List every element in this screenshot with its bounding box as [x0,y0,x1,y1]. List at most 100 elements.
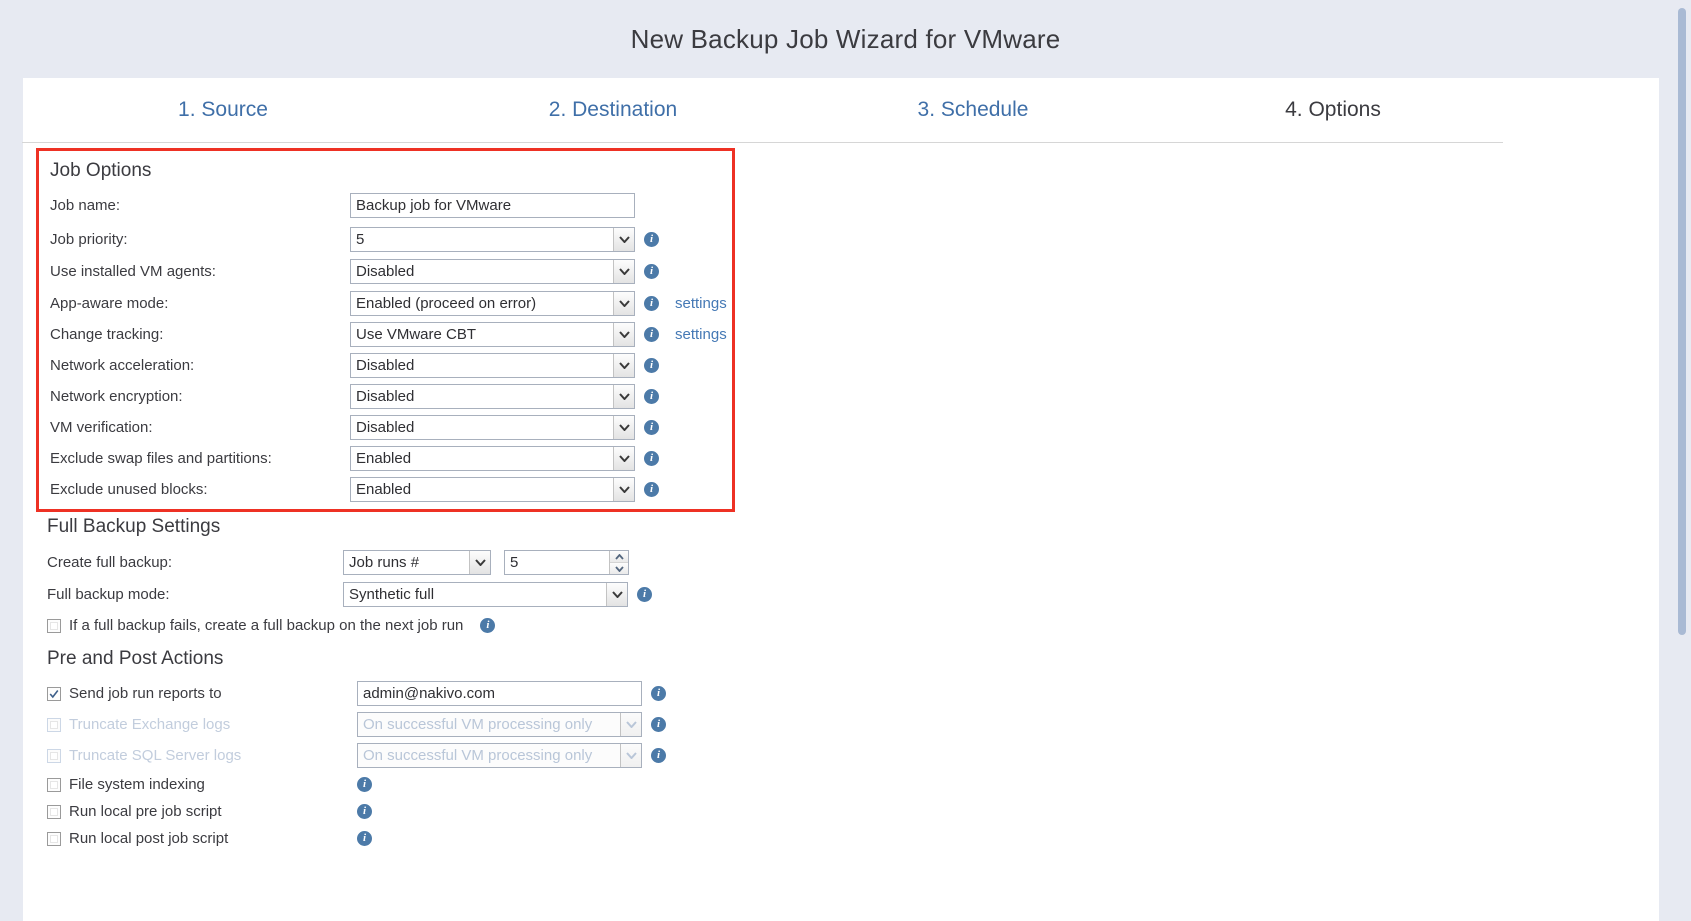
label-exclude-unused-blocks: Exclude unused blocks: [50,481,350,498]
row-exclude-unused-blocks: Exclude unused blocks: Enabled i [50,474,732,505]
app-aware-mode-settings-link[interactable]: settings [675,295,727,312]
run-local-post-job-script-checkbox[interactable] [47,832,61,846]
full-backup-settings-section: Full Backup Settings Create full backup:… [47,516,747,641]
row-exclude-swap-files: Exclude swap files and partitions: Enabl… [50,443,732,474]
chevron-down-icon [613,416,634,439]
info-icon-change-tracking[interactable]: i [644,327,659,342]
vm-verification-select[interactable]: Disabled [350,415,635,440]
create-full-backup-count-stepper[interactable]: 5 [504,550,629,575]
row-job-priority: Job priority: 5 i [50,222,732,256]
info-icon-vm-agents[interactable]: i [644,264,659,279]
info-icon-run-local-post-job-script[interactable]: i [357,831,372,846]
chevron-down-icon [613,478,634,501]
label-full-backup-mode: Full backup mode: [47,586,343,603]
file-system-indexing-checkbox[interactable] [47,778,61,792]
stepper-buttons [609,551,628,574]
stepper-down-icon[interactable] [610,563,628,574]
job-name-input[interactable]: Backup job for VMware [350,193,635,218]
info-icon-vm-verification[interactable]: i [644,420,659,435]
tab-options[interactable]: 4. Options [1143,98,1523,122]
network-acceleration-select[interactable]: Disabled [350,353,635,378]
chevron-down-icon [613,354,634,377]
tab-source[interactable]: 1. Source [23,98,423,122]
retry-full-backup-checkbox[interactable] [47,619,61,633]
label-run-local-pre-job-script: Run local pre job script [69,803,357,820]
truncate-sql-server-logs-checkbox[interactable] [47,749,61,763]
job-options-title: Job Options [50,160,732,182]
label-truncate-exchange-logs: Truncate Exchange logs [69,716,357,733]
info-icon-truncate-sql-server-logs[interactable]: i [651,748,666,763]
row-run-local-pre-job-script: Run local pre job script i [47,798,747,825]
truncate-exchange-logs-checkbox[interactable] [47,718,61,732]
chevron-down-icon [620,744,641,767]
network-encryption-select[interactable]: Disabled [350,384,635,409]
truncate-sql-server-logs-select[interactable]: On successful VM processing only [357,743,642,768]
chevron-down-icon [613,292,634,315]
send-job-run-reports-checkbox[interactable] [47,687,61,701]
row-run-local-post-job-script: Run local post job script i [47,825,747,852]
chevron-down-icon [613,385,634,408]
vm-agents-value: Disabled [356,263,414,280]
info-icon-exclude-unused-blocks[interactable]: i [644,482,659,497]
wizard-steps: 1. Source 2. Destination 3. Schedule 4. … [23,78,1659,142]
row-vm-verification: VM verification: Disabled i [50,412,732,443]
wizard-header: New Backup Job Wizard for VMware [0,0,1691,78]
checkmark-icon [49,689,59,699]
app-aware-mode-value: Enabled (proceed on error) [356,295,536,312]
label-retry-full-backup: If a full backup fails, create a full ba… [69,617,463,634]
label-app-aware-mode: App-aware mode: [50,295,350,312]
change-tracking-settings-link[interactable]: settings [675,326,727,343]
info-icon-network-acceleration[interactable]: i [644,358,659,373]
row-truncate-exchange-logs: Truncate Exchange logs On successful VM … [47,709,747,740]
info-icon-job-priority[interactable]: i [644,232,659,247]
label-send-job-run-reports: Send job run reports to [69,685,357,702]
scrollbar-thumb[interactable] [1678,8,1686,635]
row-app-aware-mode: App-aware mode: Enabled (proceed on erro… [50,287,732,319]
pre-post-actions-title: Pre and Post Actions [47,648,747,670]
info-icon-file-system-indexing[interactable]: i [357,777,372,792]
tab-schedule[interactable]: 3. Schedule [803,98,1143,122]
label-job-name: Job name: [50,197,350,214]
full-backup-mode-select[interactable]: Synthetic full [343,582,628,607]
info-icon-send-job-run-reports[interactable]: i [651,686,666,701]
chevron-down-icon [613,228,634,251]
info-icon-app-aware-mode[interactable]: i [644,296,659,311]
job-priority-value: 5 [356,231,364,248]
truncate-exchange-logs-value: On successful VM processing only [363,716,592,733]
vm-agents-select[interactable]: Disabled [350,259,635,284]
truncate-exchange-logs-select[interactable]: On successful VM processing only [357,712,642,737]
chevron-down-icon [613,447,634,470]
row-file-system-indexing: File system indexing i [47,771,747,798]
create-full-backup-mode-value: Job runs # [349,554,419,571]
label-vm-agents: Use installed VM agents: [50,263,350,280]
app-aware-mode-select[interactable]: Enabled (proceed on error) [350,291,635,316]
tab-destination[interactable]: 2. Destination [423,98,803,122]
stepper-up-icon[interactable] [610,551,628,563]
info-icon-retry-full-backup[interactable]: i [480,618,495,633]
row-network-acceleration: Network acceleration: Disabled i [50,350,732,381]
label-network-acceleration: Network acceleration: [50,357,350,374]
change-tracking-select[interactable]: Use VMware CBT [350,322,635,347]
exclude-swap-files-select[interactable]: Enabled [350,446,635,471]
label-network-encryption: Network encryption: [50,388,350,405]
info-icon-exclude-swap-files[interactable]: i [644,451,659,466]
info-icon-run-local-pre-job-script[interactable]: i [357,804,372,819]
run-local-pre-job-script-checkbox[interactable] [47,805,61,819]
page-scrollbar[interactable] [1676,0,1688,921]
job-options-section: Job Options Job name: Backup job for VMw… [36,148,735,512]
job-priority-select[interactable]: 5 [350,227,635,252]
exclude-swap-files-value: Enabled [356,450,411,467]
create-full-backup-mode-select[interactable]: Job runs # [343,550,491,575]
exclude-unused-blocks-select[interactable]: Enabled [350,477,635,502]
row-job-name: Job name: Backup job for VMware [50,189,732,222]
info-icon-network-encryption[interactable]: i [644,389,659,404]
info-icon-truncate-exchange-logs[interactable]: i [651,717,666,732]
row-send-job-run-reports: Send job run reports to admin@nakivo.com… [47,678,747,709]
send-job-run-reports-email-input[interactable]: admin@nakivo.com [357,681,642,706]
info-icon-full-backup-mode[interactable]: i [637,587,652,602]
row-retry-full-backup: If a full backup fails, create a full ba… [47,610,747,641]
row-change-tracking: Change tracking: Use VMware CBT i settin… [50,319,732,350]
full-backup-settings-title: Full Backup Settings [47,516,747,538]
label-file-system-indexing: File system indexing [69,776,357,793]
truncate-sql-server-logs-value: On successful VM processing only [363,747,592,764]
